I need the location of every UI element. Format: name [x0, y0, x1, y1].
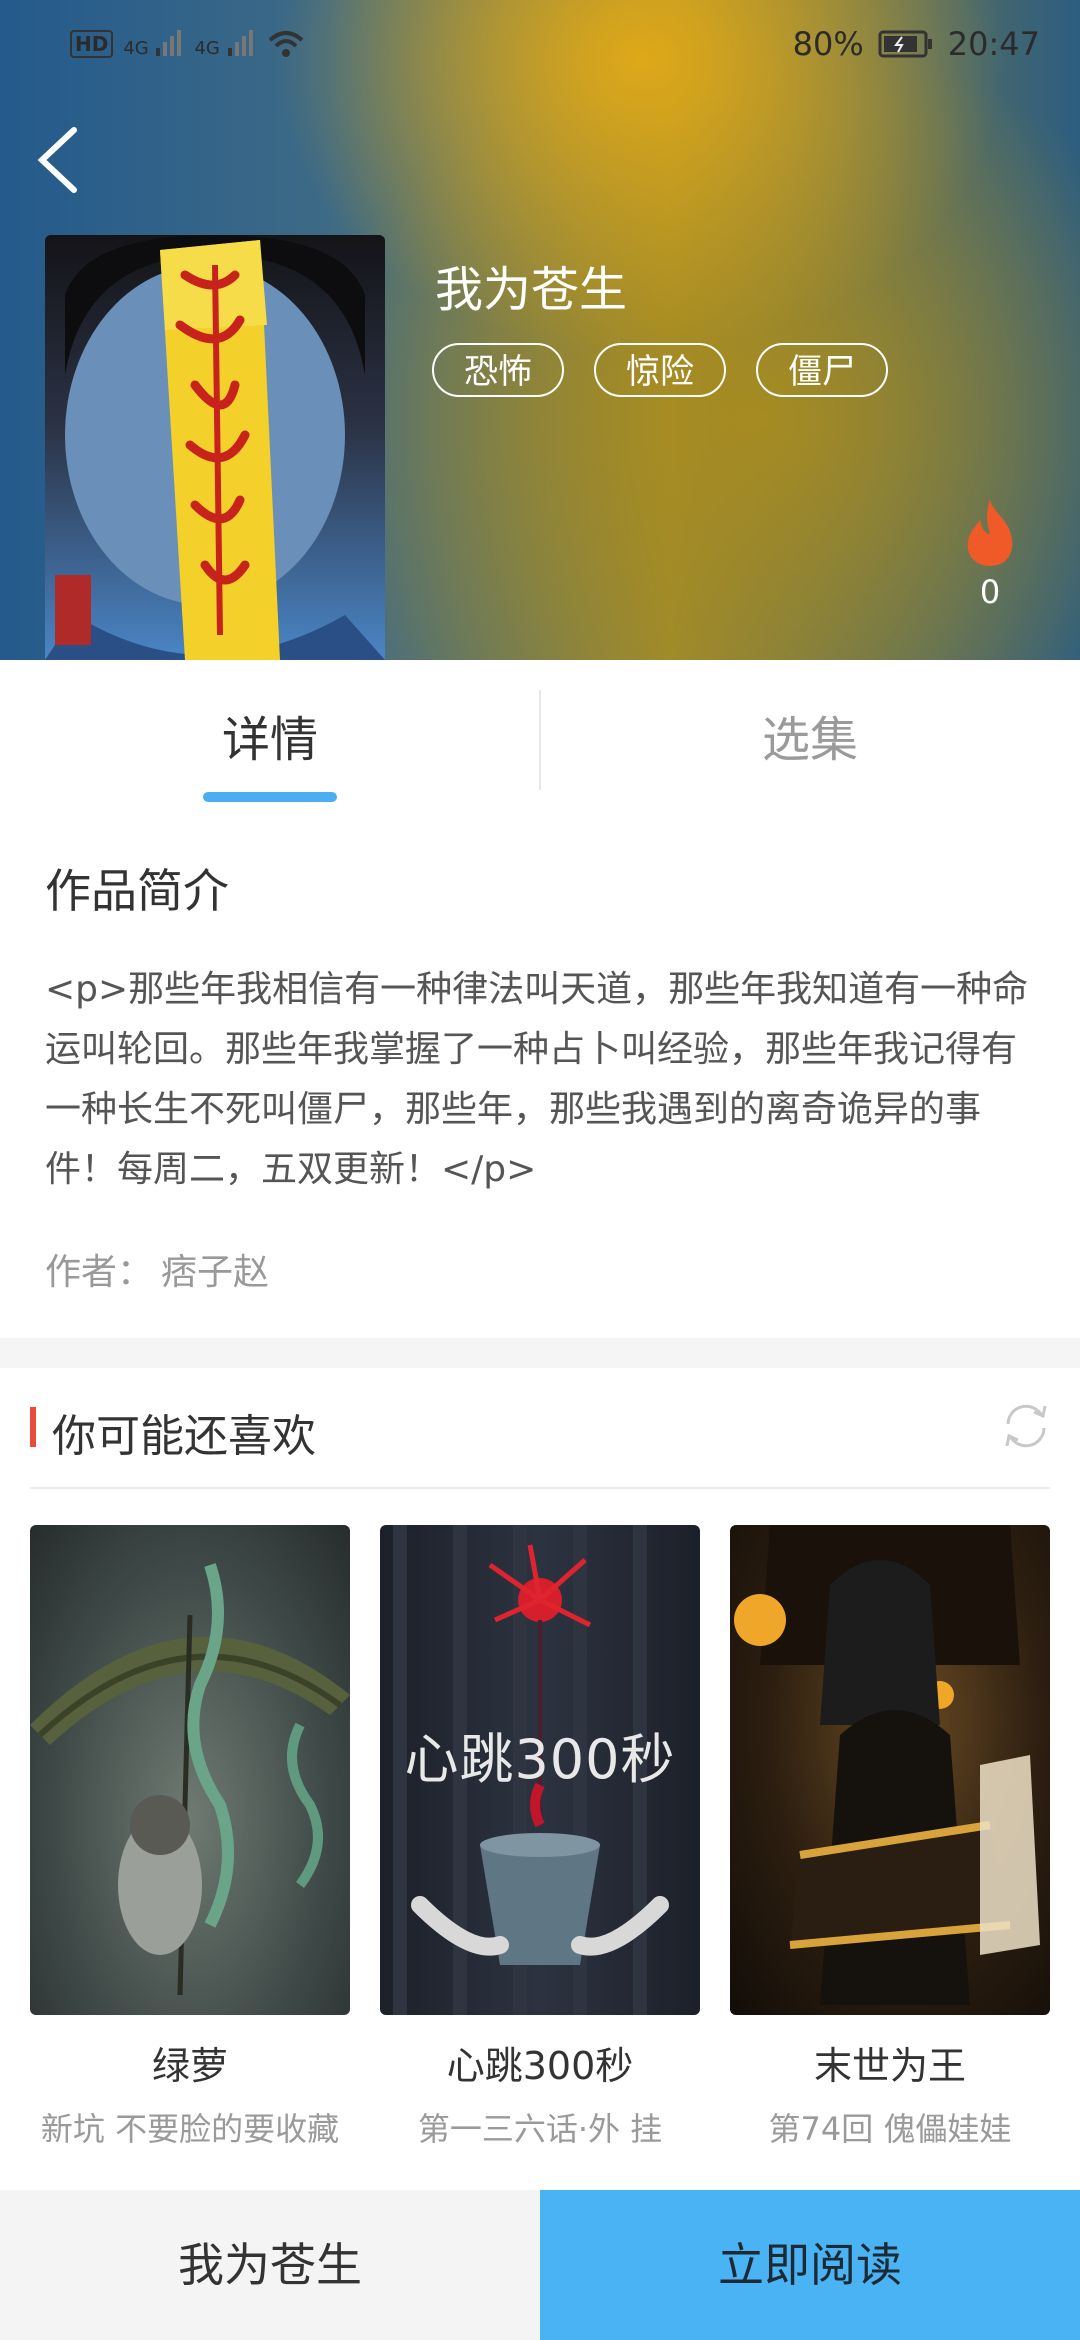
- genre-tag[interactable]: 恐怖: [432, 343, 564, 397]
- genre-tags: 恐怖 惊险 僵尸: [432, 343, 888, 397]
- read-now-button[interactable]: 立即阅读: [540, 2190, 1080, 2340]
- hot-count: 0: [979, 573, 1001, 611]
- refresh-icon[interactable]: [998, 1398, 1054, 1454]
- signal-bars-icon: [156, 30, 182, 56]
- recommend-title: 绿萝: [151, 2044, 228, 2088]
- signal-label-2: 4G: [194, 38, 220, 59]
- comic-header: HD 4G 4G 80% 20:47 我为苍生 恐怖 惊险 僵尸 0: [0, 0, 1080, 660]
- cover-title-text: 心跳300秒: [404, 1728, 676, 1791]
- recommend-cover: [30, 1525, 350, 2015]
- genre-tag[interactable]: 僵尸: [756, 343, 888, 397]
- fire-icon: [967, 500, 1013, 566]
- wifi-icon: [268, 31, 303, 57]
- signal-bars-icon-2: [227, 30, 253, 56]
- signal-icon-2: 4G: [194, 28, 255, 58]
- recommend-heading: 你可能还喜欢: [52, 1411, 316, 1462]
- recommend-card[interactable]: 心跳300秒 心跳300秒 第一三六话·外 挂: [380, 1525, 700, 2150]
- recommend-title: 末世为王: [813, 2044, 966, 2088]
- cover-artwork: [30, 1563, 350, 1996]
- recommend-subtitle: 第一三六话·外 挂: [417, 2110, 663, 2148]
- tab-details[interactable]: 详情: [0, 700, 540, 770]
- recommend-title: 心跳300秒: [446, 2044, 634, 2088]
- comic-cover: [45, 235, 385, 660]
- author-line: 作者： 痞子赵: [45, 1243, 269, 1295]
- battery-icon: [878, 30, 932, 58]
- author-label: 作者：: [45, 1252, 154, 1293]
- tab-episodes[interactable]: 选集: [540, 700, 1080, 770]
- bottom-action-bar: 我为苍生 立即阅读: [0, 2190, 1080, 2340]
- recommend-cover: [730, 1525, 1050, 2015]
- author-name: 痞子赵: [161, 1252, 270, 1293]
- status-bar: HD 4G 4G 80% 20:47: [0, 0, 1080, 90]
- signal-icon: 4G: [123, 28, 184, 58]
- hd-icon: HD: [70, 30, 114, 58]
- intro-text: <p>那些年我相信有一种律法叫天道，那些年我知道有一种命运叫轮回。那些年我掌握了…: [45, 969, 1029, 1190]
- section-divider: [0, 1338, 1080, 1368]
- tab-bar: 详情 选集: [0, 660, 1080, 820]
- recommend-subtitle: 第74回 傀儡娃娃: [768, 2110, 1012, 2148]
- clock: 20:47: [947, 25, 1040, 63]
- signal-label: 4G: [123, 38, 149, 59]
- recommend-card[interactable]: 绿萝 新坑 不要脸的要收藏: [30, 1525, 350, 2150]
- battery-percent: 80%: [792, 25, 864, 63]
- cover-artwork: [45, 235, 385, 660]
- comic-name-button[interactable]: 我为苍生: [0, 2190, 540, 2340]
- section-marker: [30, 1407, 36, 1447]
- genre-tag[interactable]: 惊险: [594, 343, 726, 397]
- status-right: 80% 20:47: [793, 25, 1040, 63]
- recommend-cover: 心跳300秒: [380, 1525, 700, 2015]
- active-tab-indicator: [203, 792, 337, 802]
- intro-heading: 作品简介: [45, 864, 229, 918]
- recommend-card[interactable]: 末世为王 第74回 傀儡娃娃: [730, 1525, 1050, 2150]
- back-arrow-icon[interactable]: [30, 120, 90, 200]
- status-left: HD 4G 4G: [70, 28, 306, 58]
- cover-artwork: [734, 1525, 1040, 2005]
- recommend-subtitle: 新坑 不要脸的要收藏: [40, 2110, 340, 2148]
- recommend-underline: [30, 1487, 1050, 1489]
- comic-title: 我为苍生: [435, 262, 628, 318]
